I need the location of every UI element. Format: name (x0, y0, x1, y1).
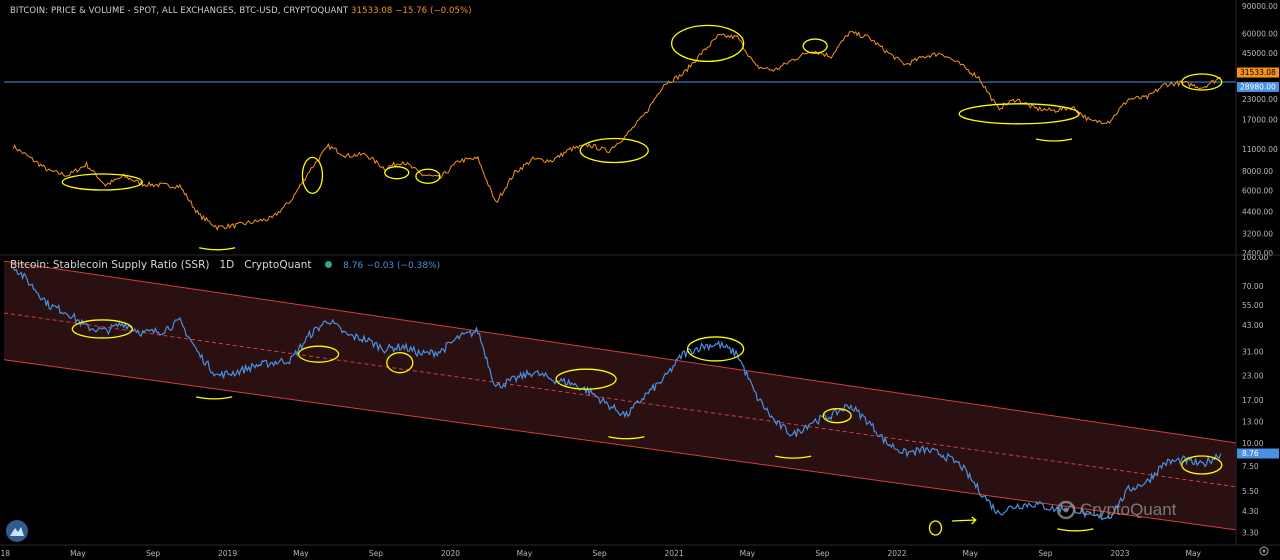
ssr-axis-tick-label: 3.30 (1242, 528, 1259, 537)
ssr-pane[interactable]: 100.00 70.00 55.00 43.00 31.00 23.00 17.00 13.0… (3, 253, 1279, 537)
annotation-ellipse (301, 156, 324, 194)
ssr-axis-tick-label: 70.00 (1242, 282, 1264, 291)
annotation-ellipse (958, 103, 1080, 125)
x-tick-label: 2020 (441, 549, 460, 558)
annotation-mark (1057, 528, 1094, 532)
x-tick-label: 2021 (665, 549, 684, 558)
annotation-mark (1035, 138, 1073, 142)
ssr-axis-tick-label: 5.50 (1242, 487, 1259, 496)
annotation-ellipse (671, 24, 745, 63)
ssr-header: Bitcoin: Stablecoin Supply Ratio (SSR) 1… (10, 259, 440, 271)
price-change: −15.76 (−0.05%) (395, 6, 472, 16)
x-tick-label: Sep (1038, 549, 1052, 558)
x-tick-label: 2023 (1110, 549, 1129, 558)
x-tick-label: 2019 (218, 549, 237, 558)
annotation-ellipse (415, 168, 441, 184)
x-tick-label: May (517, 549, 533, 558)
watermark-text: CryptoQuant (1080, 500, 1177, 519)
annotation-mark (199, 247, 236, 251)
x-tick-label: May (740, 549, 756, 558)
x-tick-label: May (963, 549, 979, 558)
ssr-value: 8.76 (343, 261, 364, 271)
price-header: BITCOIN: PRICE & VOLUME - SPOT, ALL EXCH… (10, 6, 472, 16)
ssr-source: CryptoQuant (244, 259, 312, 271)
x-tick-label: 2022 (887, 549, 906, 558)
x-tick-label: Sep (815, 549, 829, 558)
ssr-axis-tick-label: 17.00 (1242, 396, 1264, 405)
price-title: BITCOIN: PRICE & VOLUME - SPOT, ALL EXCH… (10, 6, 349, 16)
price-value: 31533.08 (351, 6, 393, 16)
price-axis-tick-label: 45000.00 (1242, 49, 1278, 58)
status-dot-icon (324, 261, 332, 268)
annotation-mark (195, 396, 233, 400)
ssr-interval: 1D (219, 259, 235, 271)
ssr-axis-tick-label: 43.00 (1242, 321, 1264, 330)
price-axis-tick-label: 8000.00 (1242, 167, 1273, 176)
x-tick-label: 18 (0, 549, 10, 558)
ssr-change: −0.03 (−0.38%) (366, 261, 441, 271)
level-label: 28980.00 (1240, 83, 1276, 92)
price-axis-tick-label: 4400.00 (1242, 208, 1273, 217)
x-axis: 18 May Sep 2019 May Sep 2020 May Sep 2021 May Sep 20… (0, 549, 1201, 558)
annotation-ellipse (384, 166, 410, 180)
price-axis-tick-label: 23000.00 (1242, 95, 1278, 104)
ssr-axis-tick-label: 13.00 (1242, 418, 1264, 427)
price-axis-tick-label: 90000.00 (1242, 2, 1278, 11)
ssr-axis-tick-label: 7.50 (1242, 462, 1259, 471)
annotation-ellipse (686, 336, 745, 362)
cryptoquant-logo-icon (1056, 500, 1076, 520)
price-axis-tick-label: 6000.00 (1242, 187, 1273, 196)
ssr-axis-tick-label: 23.00 (1242, 372, 1264, 381)
x-tick-label: May (70, 549, 86, 558)
annotation-arrow (951, 516, 977, 525)
price-line (12, 30, 1221, 231)
ssr-axis-tick-label: 4.30 (1242, 507, 1259, 516)
annotation-ellipse (579, 137, 649, 164)
price-axis-tick-label: 60000.00 (1242, 30, 1278, 39)
price-axis-tick-label: 11000.00 (1242, 145, 1278, 154)
x-tick-label: May (1185, 549, 1201, 558)
settings-icon[interactable] (1258, 545, 1270, 557)
x-tick-label: Sep (369, 549, 383, 558)
ssr-axis-tick-label: 100.00 (1242, 253, 1268, 262)
ssr-axis-tick-label: 10.00 (1242, 439, 1264, 448)
ssr-axis-tick-label: 31.00 (1242, 348, 1264, 357)
x-tick-label: Sep (146, 549, 160, 558)
x-tick-label: Sep (592, 549, 606, 558)
x-tick-label: May (293, 549, 309, 558)
price-axis-tick-label: 3200.00 (1242, 229, 1273, 238)
ssr-axis-tick-label: 55.00 (1242, 301, 1264, 310)
price-axis-tick-label: 17000.00 (1242, 116, 1278, 125)
ssr-title: Bitcoin: Stablecoin Supply Ratio (SSR) (10, 259, 210, 271)
regression-channel (4, 261, 1236, 530)
price-pane[interactable]: 90000.0060000.0045000.0035000.0023000.00… (4, 2, 1279, 258)
annotation-ellipse (928, 520, 943, 536)
last-ssr-label: 8.76 (1242, 449, 1259, 458)
chart-canvas[interactable]: 90000.0060000.0045000.0035000.0023000.00… (0, 0, 1280, 560)
tradingview-logo-icon[interactable] (6, 520, 28, 542)
last-price-label: 31533.08 (1240, 68, 1276, 77)
